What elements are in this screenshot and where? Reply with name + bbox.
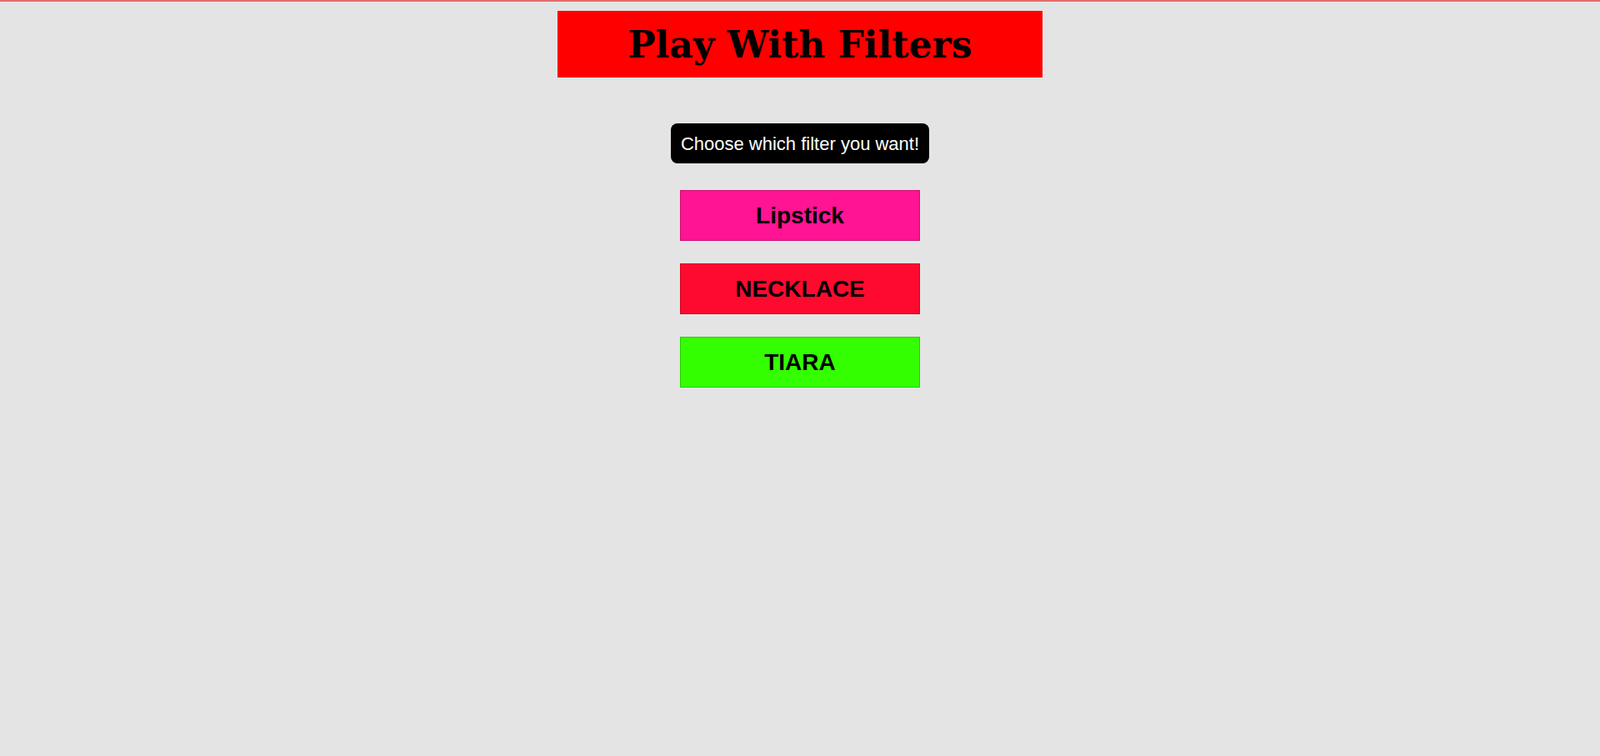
page: Play With Filters Choose which filter you… [0,0,1600,756]
filter-prompt: Choose which filter you want! [670,123,930,164]
filter-button[interactable]: TIARA [680,336,920,388]
title-banner: Play With Filters [557,10,1043,78]
filter-list: Lipstick NECKLACE TIARA [680,190,920,388]
page-title: Play With Filters [627,21,972,68]
filter-button[interactable]: NECKLACE [680,263,920,315]
filter-button[interactable]: Lipstick [680,190,920,241]
